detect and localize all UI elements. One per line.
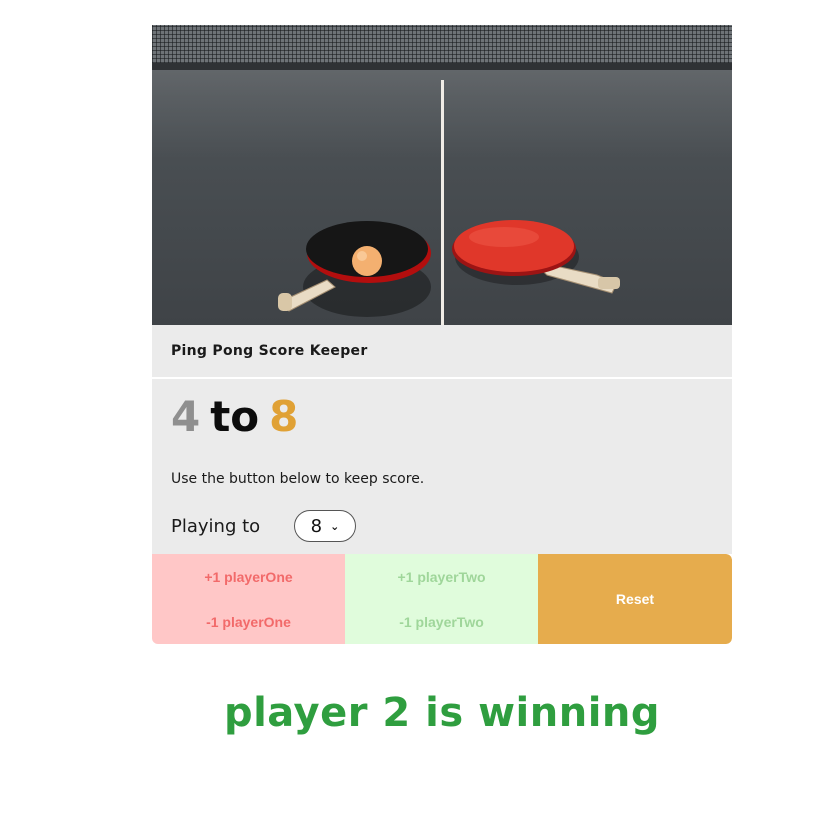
paddles-illustration bbox=[278, 220, 620, 317]
app-title: Ping Pong Score Keeper bbox=[152, 325, 732, 379]
player-one-minus-button[interactable]: -1 playerOne bbox=[152, 599, 345, 644]
black-paddle-icon bbox=[278, 221, 431, 317]
winner-status: player 2 is winning bbox=[223, 690, 661, 736]
score-keeper-card: Ping Pong Score Keeper 4 to 8 Use the butt… bbox=[152, 25, 732, 644]
score-panel: 4 to 8 Use the button below to keep score.… bbox=[152, 379, 732, 554]
red-paddle-icon bbox=[452, 220, 620, 294]
hero-image bbox=[152, 25, 732, 325]
playing-to-row: Playing to 8 ⌄ bbox=[171, 510, 356, 542]
player-two-score: 8 bbox=[269, 392, 299, 441]
scoreboard: 4 to 8 bbox=[171, 391, 298, 443]
player-one-plus-button[interactable]: +1 playerOne bbox=[152, 554, 345, 599]
chevron-down-icon: ⌄ bbox=[330, 519, 340, 533]
reset-button[interactable]: Reset bbox=[538, 554, 732, 644]
player-one-score: 4 bbox=[171, 392, 201, 441]
player-one-buttons: +1 playerOne -1 playerOne bbox=[152, 554, 345, 644]
player-two-minus-button[interactable]: -1 playerTwo bbox=[345, 599, 538, 644]
playing-to-select[interactable]: 8 ⌄ bbox=[294, 510, 356, 542]
playing-to-value: 8 bbox=[310, 515, 323, 537]
instructions-text: Use the button below to keep score. bbox=[171, 471, 425, 487]
score-buttons: +1 playerOne -1 playerOne +1 playerTwo -… bbox=[152, 554, 732, 644]
playing-to-label: Playing to bbox=[171, 515, 261, 537]
player-two-buttons: +1 playerTwo -1 playerTwo bbox=[345, 554, 538, 644]
player-two-plus-button[interactable]: +1 playerTwo bbox=[345, 554, 538, 599]
score-separator: to bbox=[210, 392, 260, 441]
